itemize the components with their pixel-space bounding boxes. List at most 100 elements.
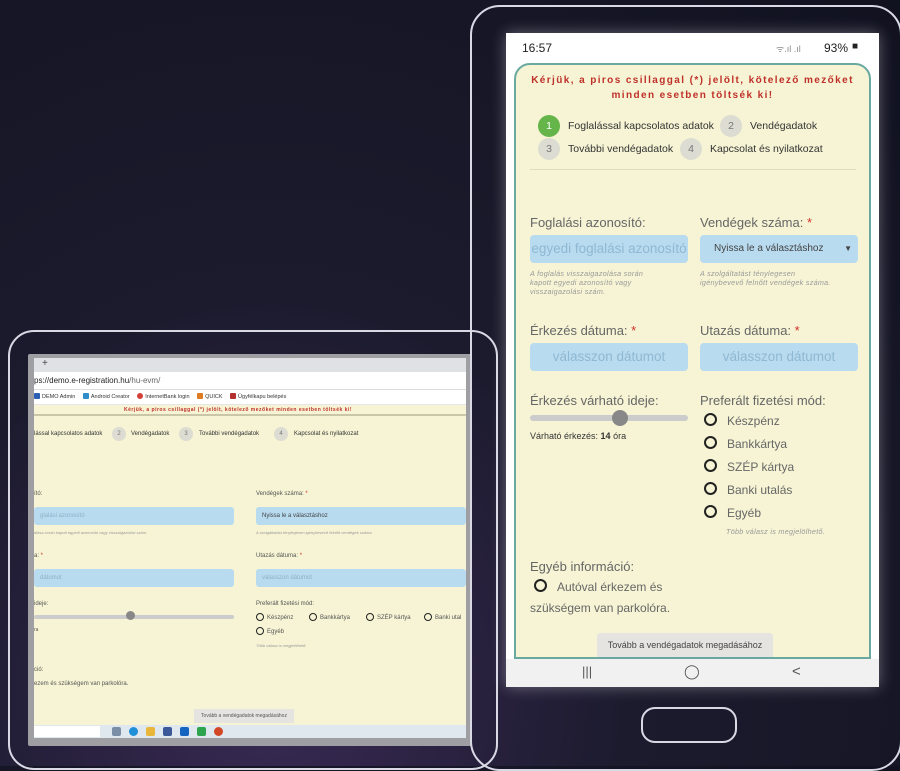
step-4-label: Kapcsolat és nyilatkozat <box>294 431 359 437</box>
bookmark-label: QUICK <box>205 394 223 400</box>
arrival-time-slider-handle[interactable] <box>612 410 628 426</box>
bookmark-demo-admin[interactable]: DEMO Admin <box>34 390 75 404</box>
step-2-label: Vendégadatok <box>131 431 170 437</box>
radio-icon <box>366 613 374 621</box>
tablet-screen: + ps://demo.e-registration.hu/hu-evm/ DE… <box>28 354 472 746</box>
payment-transfer-radio[interactable]: Banki utalás <box>704 482 792 498</box>
store-icon[interactable] <box>163 727 172 736</box>
step-2[interactable]: 2 Vendégadatok <box>720 115 817 137</box>
booking-id-input[interactable]: egyedi foglalási azonosító <box>530 235 688 263</box>
step-label: További vendégadatok <box>568 143 674 155</box>
arrival-time-slider-handle[interactable] <box>126 611 135 620</box>
bookmark-internetbank[interactable]: InternetBank login <box>137 390 190 404</box>
bookmark-quick[interactable]: QUICK <box>197 390 223 404</box>
radio-icon <box>424 613 432 621</box>
arrival-date-input[interactable]: dátumot <box>34 569 234 587</box>
booking-id-input[interactable]: glalási azonosító <box>34 507 234 525</box>
file-explorer-icon[interactable] <box>146 727 155 736</box>
edge-icon[interactable] <box>129 727 138 736</box>
arrival-date-label: Érkezés dátuma: * <box>530 323 637 338</box>
payment-hint: Több válasz is megjelölhető. <box>726 527 826 536</box>
next-button[interactable]: Tovább a vendégadatok megadásához <box>194 709 294 723</box>
guests-hint: A szolgáltatást ténylegesen igénybevevő … <box>256 530 373 535</box>
payment-transfer-radio[interactable]: Banki utal <box>424 613 461 621</box>
url-path: /hu-evm/ <box>129 376 161 385</box>
arrival-date-input[interactable]: válasszon dátumot <box>530 343 688 371</box>
tablet-browser: + ps://demo.e-registration.hu/hu-evm/ DE… <box>34 358 466 738</box>
required-asterisk: * <box>298 553 303 559</box>
step-1[interactable]: 1 Foglalással kapcsolatos adatok <box>538 115 714 137</box>
required-asterisk: * <box>791 323 800 338</box>
step-3[interactable]: 3 További vendégadatok <box>538 138 673 160</box>
divider <box>530 169 856 170</box>
booking-id-hint: A foglalás visszaigazolása során kapott … <box>530 269 644 296</box>
outlook-icon[interactable] <box>180 727 189 736</box>
parking-option-radio[interactable]: Autóval érkezem és <box>534 579 662 595</box>
guests-select[interactable]: Nyissa le a választáshoz ▼ <box>700 235 858 263</box>
bookmarks-bar: DEMO Admin Android Creator InternetBank … <box>34 390 466 405</box>
radio-icon <box>256 613 264 621</box>
back-icon[interactable]: < <box>792 663 801 680</box>
radio-icon <box>534 579 547 592</box>
new-tab-button[interactable]: + <box>42 358 48 369</box>
arrival-time-label: ideje: <box>34 601 49 607</box>
arrival-time-value: ra <box>34 627 39 633</box>
payment-cash-radio[interactable]: Készpénz <box>256 613 293 621</box>
payment-hint: Több válasz is megjelölhető. <box>256 643 307 648</box>
bookmark-android-creator[interactable]: Android Creator <box>82 390 130 404</box>
radio-icon <box>704 505 717 518</box>
url-host: ps://demo.e-registration.hu <box>34 376 130 385</box>
radio-icon <box>704 459 717 472</box>
payment-card-radio[interactable]: Bankkártya <box>704 436 787 452</box>
booking-id-label: Foglalási azonosító: <box>530 215 646 230</box>
step-number: 3 <box>179 427 193 441</box>
radio-icon <box>256 627 264 635</box>
address-bar[interactable]: ps://demo.e-registration.hu/hu-evm/ <box>34 373 466 390</box>
windows-taskbar <box>34 725 466 738</box>
parking-option[interactable]: ezem és szükségem van parkolóra. <box>34 681 128 687</box>
phone-screen: 16:57 ᯤ.ıl .ıl 93% ■ Kérjük, a piros csi… <box>506 33 879 687</box>
battery-icon: ■ <box>852 41 859 52</box>
arrival-time-slider[interactable] <box>530 415 688 421</box>
home-icon[interactable]: ◯ <box>684 663 700 680</box>
recent-apps-icon[interactable]: ||| <box>582 664 592 679</box>
bookmark-label: Android Creator <box>90 394 130 400</box>
step-label: Vendégadatok <box>750 120 818 132</box>
payment-szep-radio[interactable]: SZÉP kártya <box>366 613 411 621</box>
guests-label: Vendégek száma: * <box>256 491 308 497</box>
payment-other-radio[interactable]: Egyéb <box>256 627 284 635</box>
phone-home-button[interactable] <box>641 707 737 743</box>
payment-szep-radio[interactable]: SZÉP kártya <box>704 459 794 475</box>
payment-label: Preferált fizetési mód: <box>700 393 826 408</box>
task-view-icon[interactable] <box>112 727 121 736</box>
required-warning: Kérjük, a piros csillaggal (*) jelölt, k… <box>124 407 352 413</box>
payment-cash-radio[interactable]: Készpénz <box>704 413 780 429</box>
bookmark-icon <box>34 393 40 399</box>
bookmark-ugyfelkapu[interactable]: Ügyfélkapu belépés <box>230 390 286 404</box>
android-nav-bar: ||| ◯ < <box>506 659 879 687</box>
tablet-page: Kérjük, a piros csillaggal (*) jelölt, k… <box>34 405 466 725</box>
powerpoint-icon[interactable] <box>214 727 223 736</box>
payment-card-radio[interactable]: Bankkártya <box>309 613 350 621</box>
bookmark-label: InternetBank login <box>145 394 190 400</box>
bookmark-icon <box>230 393 237 399</box>
guests-select[interactable]: Nyissa le a választáshoz <box>256 507 466 525</box>
step-number: 4 <box>680 138 702 160</box>
payment-other-radio[interactable]: Egyéb <box>704 505 761 521</box>
departure-date-input[interactable]: válasszon dátumot <box>700 343 858 371</box>
radio-icon <box>704 413 717 426</box>
radio-icon <box>704 436 717 449</box>
payment-label: Preferált fizetési mód: <box>256 601 315 607</box>
taskbar-search-box[interactable] <box>34 726 100 737</box>
guests-label: Vendégek száma: * <box>700 215 813 230</box>
required-asterisk: * <box>303 491 308 497</box>
app-icon[interactable] <box>197 727 206 736</box>
arrival-time-label: Érkezés várható ideje: <box>530 393 659 408</box>
departure-date-input[interactable]: válasszon dátumot <box>256 569 466 587</box>
arrival-date-label: a: * <box>34 553 44 559</box>
step-4[interactable]: 4 Kapcsolat és nyilatkozat <box>680 138 823 160</box>
step-3-label: További vendégadatok <box>199 431 260 437</box>
departure-date-label: Utazás dátuma: * <box>700 323 800 338</box>
next-button[interactable]: Tovább a vendégadatok megadásához <box>597 633 773 657</box>
bookmark-icon <box>82 393 89 399</box>
